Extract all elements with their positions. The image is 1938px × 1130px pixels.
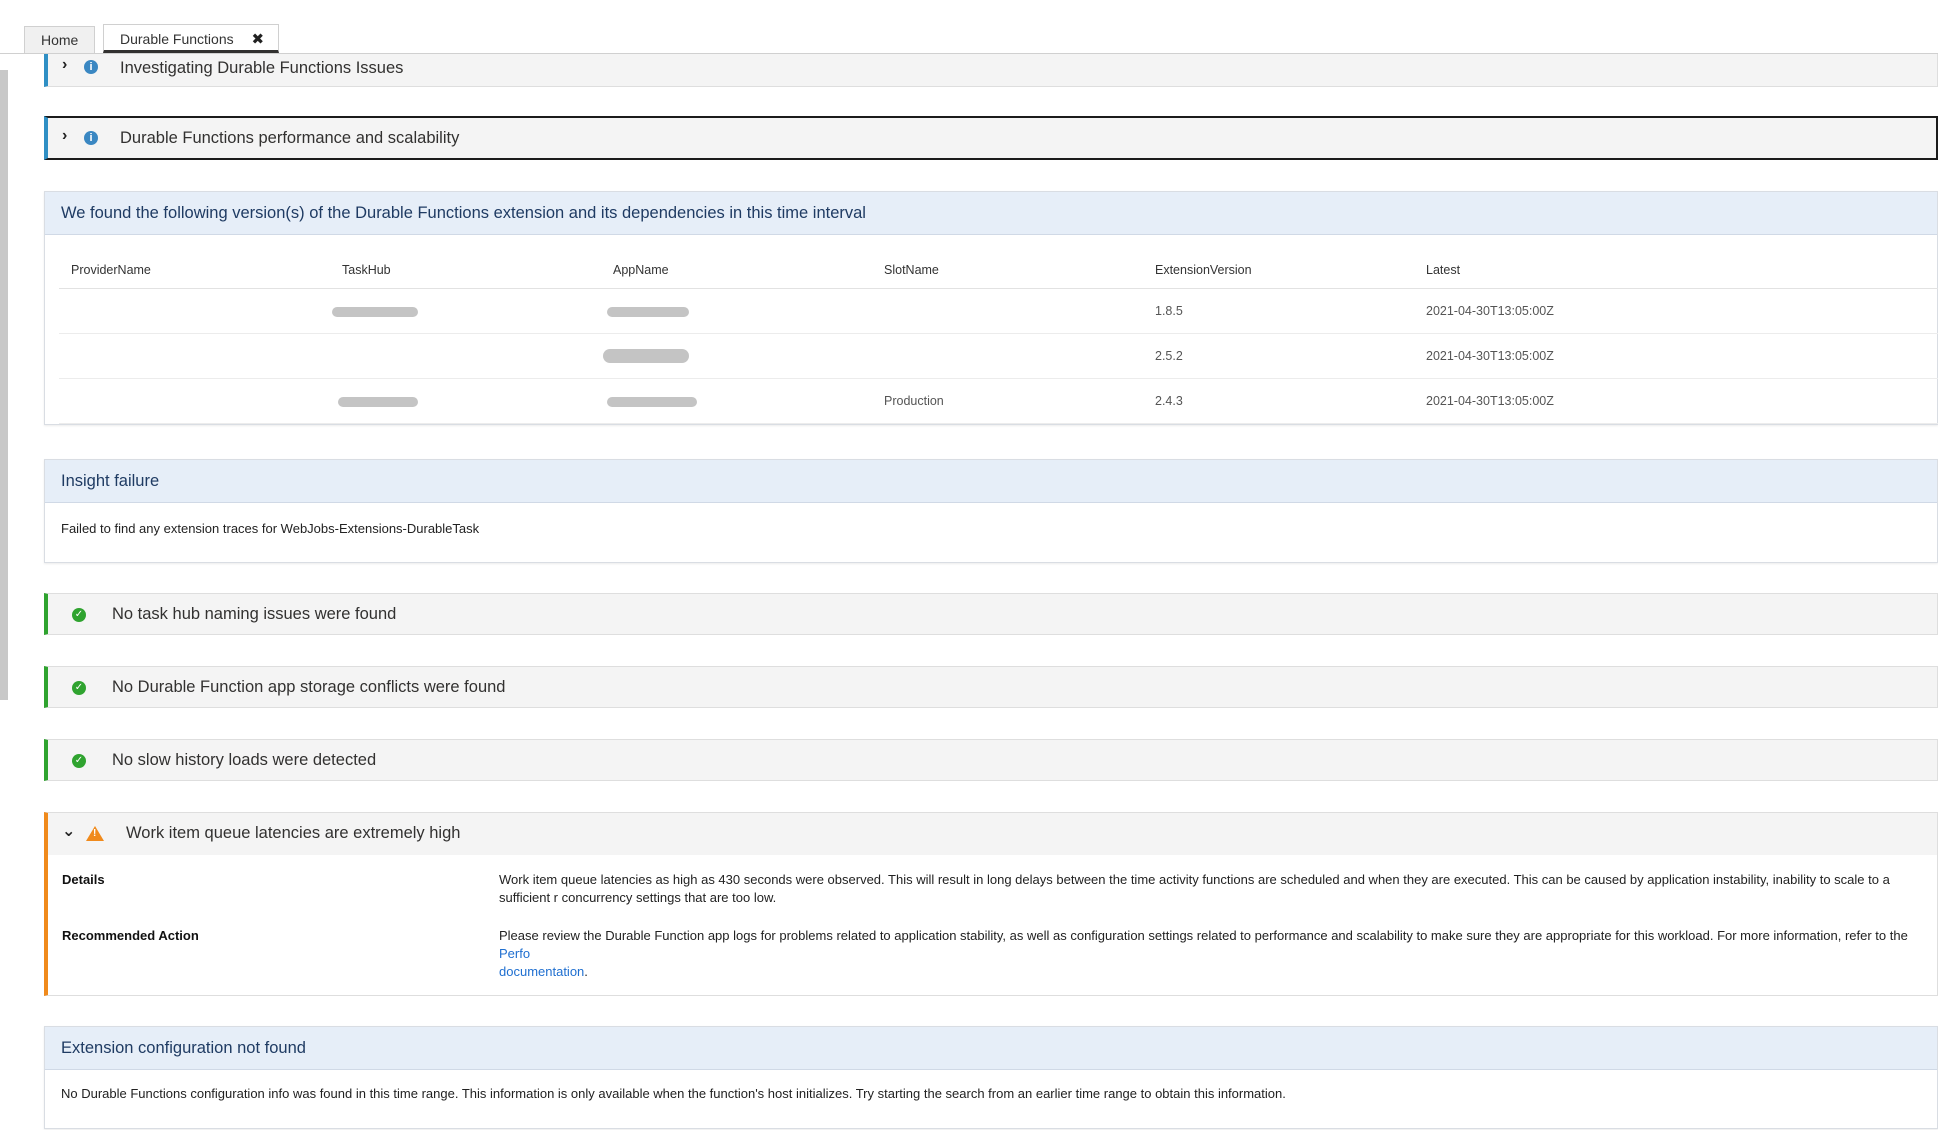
table-row: 2.5.2 2021-04-30T13:05:00Z bbox=[59, 333, 1938, 379]
cell-version: 2.5.2 bbox=[1143, 333, 1414, 379]
cell-appname bbox=[601, 288, 872, 334]
check-circle-icon: ✓ bbox=[72, 681, 86, 695]
cell-slot: Production bbox=[872, 378, 1143, 424]
section-title: Investigating Durable Functions Issues bbox=[120, 59, 404, 77]
ext-config-panel: Extension configuration not found No Dur… bbox=[44, 1026, 1938, 1129]
insight-failure-message: Failed to find any extension traces for … bbox=[61, 521, 480, 536]
cell-appname bbox=[601, 333, 872, 379]
redacted-value bbox=[332, 306, 418, 317]
versions-panel: We found the following version(s) of the… bbox=[44, 191, 1938, 425]
tab-home[interactable]: Home bbox=[24, 26, 96, 53]
cell-taskhub bbox=[330, 378, 601, 424]
cell-appname bbox=[601, 378, 872, 424]
warning-icon: ! bbox=[86, 826, 104, 841]
section-investigating[interactable]: › i Investigating Durable Functions Issu… bbox=[44, 54, 1938, 87]
versions-panel-title: We found the following version(s) of the… bbox=[45, 192, 1937, 235]
check-task-hub-naming[interactable]: ✓ No task hub naming issues were found bbox=[44, 593, 1938, 635]
cell-latest: 2021-04-30T13:05:00Z bbox=[1414, 378, 1938, 424]
recommended-action-label: Recommended Action bbox=[62, 928, 199, 943]
info-icon: i bbox=[84, 131, 98, 145]
cell-taskhub bbox=[330, 288, 601, 334]
table-row: Production 2.4.3 2021-04-30T13:05:00Z bbox=[59, 378, 1938, 424]
redacted-value bbox=[338, 396, 418, 407]
redacted-value bbox=[607, 396, 697, 407]
ext-config-message: No Durable Functions configuration info … bbox=[61, 1086, 1286, 1101]
scrollbar[interactable] bbox=[0, 70, 8, 700]
action-text: Please review the Durable Function app l… bbox=[499, 928, 1908, 943]
tab-durable-functions-label: Durable Functions bbox=[120, 31, 234, 47]
cell-slot bbox=[872, 288, 1143, 334]
cell-version: 2.4.3 bbox=[1143, 378, 1414, 424]
section-performance[interactable]: › i Durable Functions performance and sc… bbox=[44, 116, 1938, 160]
warning-header[interactable]: ⌄ ! Work item queue latencies are extrem… bbox=[48, 813, 1937, 855]
cell-slot bbox=[872, 333, 1143, 379]
cell-provider bbox=[59, 288, 330, 334]
chevron-right-icon[interactable]: › bbox=[62, 127, 67, 145]
column-header[interactable]: ExtensionVersion bbox=[1143, 252, 1414, 289]
recommended-action-text: Please review the Durable Function app l… bbox=[499, 927, 1938, 981]
check-label: No task hub naming issues were found bbox=[112, 605, 397, 623]
cell-latest: 2021-04-30T13:05:00Z bbox=[1414, 333, 1938, 379]
info-icon: i bbox=[84, 60, 98, 74]
close-icon[interactable]: ✖ bbox=[252, 25, 265, 54]
check-storage-conflicts[interactable]: ✓ No Durable Function app storage confli… bbox=[44, 666, 1938, 708]
check-label: No Durable Function app storage conflict… bbox=[112, 678, 506, 696]
chevron-right-icon[interactable]: › bbox=[62, 56, 67, 74]
check-circle-icon: ✓ bbox=[72, 608, 86, 622]
insight-failure-title: Insight failure bbox=[45, 460, 1937, 503]
details-label: Details bbox=[62, 872, 105, 887]
column-header[interactable]: SlotName bbox=[872, 252, 1143, 289]
section-title: Durable Functions performance and scalab… bbox=[120, 129, 460, 147]
column-header[interactable]: ProviderName bbox=[59, 252, 330, 289]
redacted-value bbox=[607, 306, 689, 317]
redacted-value bbox=[603, 349, 689, 364]
cell-version: 1.8.5 bbox=[1143, 288, 1414, 334]
ext-config-title: Extension configuration not found bbox=[45, 1027, 1937, 1070]
column-header[interactable]: Latest bbox=[1414, 252, 1938, 289]
versions-table: ProviderName TaskHub AppName SlotName Ex… bbox=[59, 252, 1938, 424]
tab-bar: Home Durable Functions ✖ bbox=[0, 0, 1938, 54]
check-circle-icon: ✓ bbox=[72, 754, 86, 768]
documentation-link[interactable]: documentation bbox=[499, 964, 584, 979]
check-label: No slow history loads were detected bbox=[112, 751, 377, 769]
table-header-row: ProviderName TaskHub AppName SlotName Ex… bbox=[59, 252, 1938, 289]
column-header[interactable]: AppName bbox=[601, 252, 872, 289]
cell-provider bbox=[59, 333, 330, 379]
chevron-down-icon[interactable]: ⌄ bbox=[62, 821, 75, 841]
insight-failure-panel: Insight failure Failed to find any exten… bbox=[44, 459, 1938, 563]
details-text: Work item queue latencies as high as 430… bbox=[499, 872, 1890, 905]
warning-title: Work item queue latencies are extremely … bbox=[126, 824, 461, 842]
table-row: 1.8.5 2021-04-30T13:05:00Z bbox=[59, 288, 1938, 334]
column-header[interactable]: TaskHub bbox=[330, 252, 601, 289]
check-slow-history[interactable]: ✓ No slow history loads were detected bbox=[44, 739, 1938, 781]
cell-provider bbox=[59, 378, 330, 424]
cell-taskhub bbox=[330, 333, 601, 379]
tab-durable-functions[interactable]: Durable Functions ✖ bbox=[103, 24, 280, 54]
warning-queue-latency: ⌄ ! Work item queue latencies are extrem… bbox=[44, 812, 1938, 996]
action-tail: . bbox=[584, 964, 588, 979]
cell-latest: 2021-04-30T13:05:00Z bbox=[1414, 288, 1938, 334]
performance-doc-link[interactable]: Perfo bbox=[499, 946, 530, 961]
